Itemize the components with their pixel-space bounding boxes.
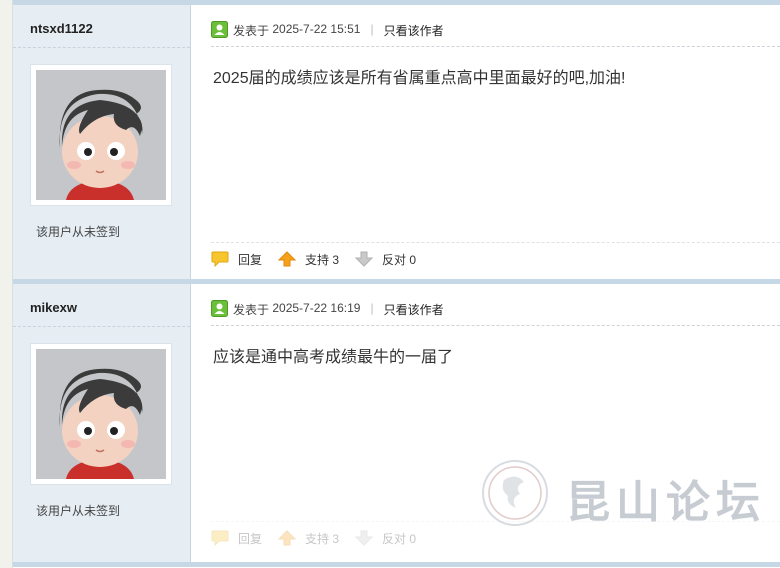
signin-status: 该用户从未签到 [36, 504, 121, 518]
reply-label: 回复 [238, 531, 263, 546]
speech-bubble-icon [211, 251, 229, 267]
support-label: 支持 3 [305, 531, 340, 546]
watermark-seal-icon [482, 460, 548, 526]
oppose-button[interactable]: 反对 0 [355, 251, 416, 268]
post-meta: 发表于 2025-7-22 16:19 | 只看该作者 [211, 300, 780, 326]
meta-separator: | [370, 22, 374, 36]
oppose-label: 反对 0 [382, 252, 417, 267]
oppose-button[interactable]: 反对 0 [355, 530, 416, 547]
site-watermark: 昆山论坛 [480, 458, 772, 528]
up-arrow-icon [278, 530, 297, 546]
oppose-label: 反对 0 [382, 531, 417, 546]
post-content: 应该是通中高考成绩最牛的一届了 [213, 349, 454, 366]
meta-separator: | [370, 301, 374, 315]
green-pin-icon [211, 21, 228, 38]
page-left-margin [0, 0, 13, 568]
reply-label: 回复 [238, 252, 263, 267]
avatar-image [36, 349, 166, 479]
post-1: ntsxd1122 该用户从未签到 发表于 2025-7-22 15:51 | … [13, 5, 780, 279]
reply-button[interactable]: 回复 [211, 251, 262, 268]
post-main: 发表于 2025-7-22 15:51 | 只看该作者 2025届的成绩应该是所… [191, 5, 780, 279]
avatar-image [36, 70, 166, 200]
support-label: 支持 3 [305, 252, 340, 267]
green-pin-icon [211, 300, 228, 317]
posted-time: 2025-7-22 16:19 [272, 301, 361, 315]
post-content: 2025届的成绩应该是所有省属重点高中里面最好的吧,加油! [213, 70, 626, 87]
watermark-text: 昆山论坛 [566, 477, 766, 528]
avatar[interactable] [30, 64, 172, 206]
author-only-link[interactable]: 只看该作者 [384, 22, 444, 39]
avatar[interactable] [30, 343, 172, 485]
post-actions: 回复 支持 3 反对 0 [211, 242, 780, 275]
down-arrow-icon [355, 530, 374, 546]
support-button[interactable]: 支持 3 [278, 530, 339, 547]
support-button[interactable]: 支持 3 [278, 251, 339, 268]
post-separator [13, 562, 780, 567]
post-meta: 发表于 2025-7-22 15:51 | 只看该作者 [211, 21, 780, 47]
up-arrow-icon [278, 251, 297, 267]
author-username[interactable]: mikexw [13, 284, 190, 327]
posted-prefix: 发表于 [233, 24, 270, 38]
reply-button[interactable]: 回复 [211, 530, 262, 547]
posted-time: 2025-7-22 15:51 [272, 22, 361, 36]
author-only-link[interactable]: 只看该作者 [384, 301, 444, 318]
author-username[interactable]: ntsxd1122 [13, 5, 190, 48]
post-author-sidebar: ntsxd1122 该用户从未签到 [13, 5, 191, 279]
signin-status: 该用户从未签到 [36, 225, 121, 239]
post-author-sidebar: mikexw 该用户从未签到 [13, 284, 191, 562]
speech-bubble-icon [211, 530, 229, 546]
posted-prefix: 发表于 [233, 303, 270, 317]
down-arrow-icon [355, 251, 374, 267]
